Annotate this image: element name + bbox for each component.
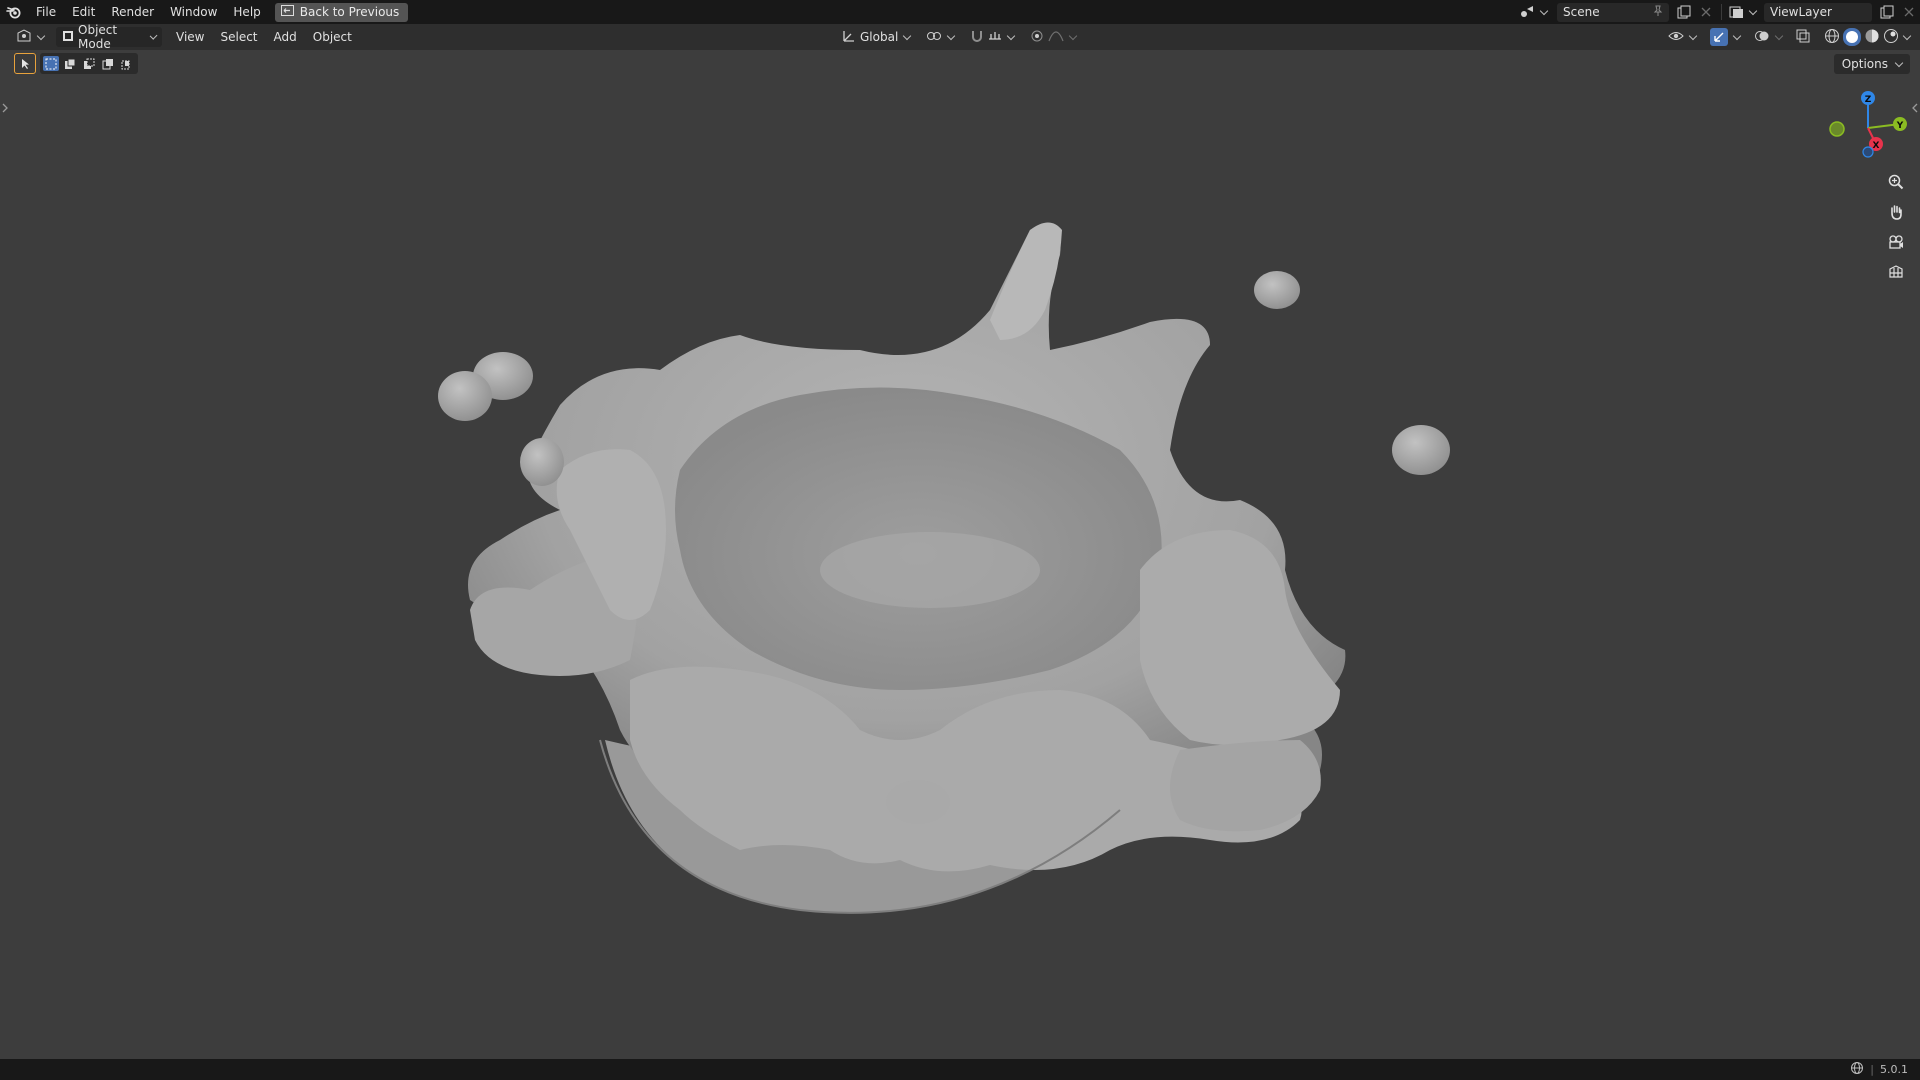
camera-view-icon[interactable] bbox=[1884, 230, 1908, 254]
chevron-down-icon bbox=[1732, 31, 1742, 40]
chevron-down-icon bbox=[149, 31, 158, 40]
pivot-point-dropdown[interactable] bbox=[920, 27, 960, 47]
menu-edit[interactable]: Edit bbox=[64, 0, 103, 24]
orientation-label: Global bbox=[860, 30, 899, 44]
overlays-icon bbox=[1754, 29, 1770, 46]
top-menu-bar: File Edit Render Window Help Back to Pre… bbox=[0, 0, 1920, 24]
object-mode-icon bbox=[62, 30, 74, 45]
mode-dropdown[interactable]: Object Mode bbox=[56, 23, 162, 51]
status-bar: | 5.0.1 bbox=[0, 1059, 1920, 1080]
gizmo-icon bbox=[1710, 28, 1728, 46]
pivot-icon bbox=[926, 29, 942, 46]
menu-add[interactable]: Add bbox=[266, 25, 305, 49]
chevron-down-icon bbox=[903, 31, 912, 40]
scene-name-field[interactable]: Scene bbox=[1557, 2, 1669, 22]
viewport-header: Object Mode View Select Add Object Globa… bbox=[0, 23, 1920, 51]
snap-increment-icon bbox=[988, 29, 1002, 46]
y-axis-label: Y bbox=[1896, 121, 1904, 131]
viewport-3d-canvas[interactable] bbox=[0, 50, 1920, 1060]
chevron-down-icon bbox=[1688, 31, 1698, 40]
menu-render[interactable]: Render bbox=[103, 0, 162, 24]
view-layer-browse-icon[interactable] bbox=[1726, 3, 1748, 22]
new-scene-icon[interactable] bbox=[1673, 3, 1695, 22]
neg-y-axis-handle[interactable] bbox=[1829, 121, 1845, 137]
menu-view[interactable]: View bbox=[168, 25, 212, 49]
separator bbox=[1721, 4, 1722, 20]
globe-icon bbox=[1850, 1061, 1864, 1078]
view-layer-field[interactable]: ViewLayer bbox=[1764, 2, 1872, 22]
editor-type-dropdown[interactable] bbox=[10, 27, 50, 47]
chevron-down-icon bbox=[36, 31, 46, 40]
navigation-buttons bbox=[1884, 170, 1908, 284]
orientation-axes-icon bbox=[842, 29, 856, 46]
chevron-down-icon[interactable] bbox=[1539, 6, 1549, 15]
scene-browse-icon[interactable] bbox=[1517, 3, 1539, 22]
new-view-layer-icon[interactable] bbox=[1876, 3, 1898, 22]
menu-help[interactable]: Help bbox=[225, 0, 268, 24]
version-label: 5.0.1 bbox=[1880, 1063, 1908, 1076]
chevron-down-icon bbox=[1774, 31, 1784, 40]
object-visibility-dropdown[interactable] bbox=[1662, 27, 1702, 47]
neg-z-axis-handle[interactable] bbox=[1862, 146, 1874, 158]
xray-icon bbox=[1796, 29, 1810, 46]
back-to-previous-label: Back to Previous bbox=[299, 5, 400, 19]
ortho-grid-icon[interactable] bbox=[1884, 260, 1908, 284]
splash-crown-mesh[interactable] bbox=[468, 222, 1346, 914]
back-to-previous-button[interactable]: Back to Previous bbox=[274, 2, 409, 22]
navigation-gizmo[interactable]: Z Y X bbox=[1820, 88, 1920, 168]
menu-file[interactable]: File bbox=[28, 0, 64, 24]
delete-scene-icon[interactable] bbox=[1695, 3, 1717, 22]
snap-toggle[interactable] bbox=[964, 27, 1020, 47]
pin-icon[interactable] bbox=[1653, 5, 1663, 20]
back-screen-icon bbox=[280, 5, 294, 19]
view-layer-text: ViewLayer bbox=[1770, 5, 1832, 19]
overlays-toggle[interactable] bbox=[1748, 27, 1788, 47]
pan-hand-icon[interactable] bbox=[1884, 200, 1908, 224]
viewport-editor-icon bbox=[16, 28, 32, 46]
chevron-down-icon[interactable] bbox=[1902, 31, 1912, 40]
magnet-icon bbox=[970, 29, 984, 46]
blender-logo-icon[interactable] bbox=[0, 0, 28, 24]
menu-select[interactable]: Select bbox=[212, 25, 265, 49]
x-axis-label: X bbox=[1873, 141, 1880, 151]
shading-mode-group bbox=[1818, 27, 1916, 47]
chevron-down-icon bbox=[1069, 31, 1078, 40]
material-shading-icon[interactable] bbox=[1864, 28, 1880, 47]
proportional-edit-icon bbox=[1030, 29, 1044, 46]
delete-view-layer-icon[interactable] bbox=[1898, 3, 1920, 22]
eye-select-icon bbox=[1668, 29, 1684, 46]
xray-toggle[interactable] bbox=[1790, 27, 1816, 47]
falloff-curve-icon bbox=[1048, 29, 1064, 46]
transform-orientation-dropdown[interactable]: Global bbox=[836, 27, 916, 47]
chevron-down-icon bbox=[947, 31, 956, 40]
rendered-shading-icon[interactable] bbox=[1883, 28, 1899, 47]
gizmo-toggle[interactable] bbox=[1704, 27, 1746, 47]
proportional-editing-toggle[interactable] bbox=[1024, 27, 1082, 47]
mode-label: Object Mode bbox=[78, 23, 118, 51]
scene-name-text: Scene bbox=[1563, 5, 1600, 19]
wireframe-shading-icon[interactable] bbox=[1824, 28, 1840, 47]
solid-shading-icon[interactable] bbox=[1843, 28, 1861, 46]
chevron-down-icon[interactable] bbox=[1748, 6, 1758, 15]
menu-window[interactable]: Window bbox=[162, 0, 225, 24]
zoom-icon[interactable] bbox=[1884, 170, 1908, 194]
chevron-down-icon bbox=[1007, 31, 1016, 40]
status-separator: | bbox=[1870, 1063, 1874, 1076]
menu-object[interactable]: Object bbox=[305, 25, 360, 49]
z-axis-label: Z bbox=[1865, 95, 1872, 105]
